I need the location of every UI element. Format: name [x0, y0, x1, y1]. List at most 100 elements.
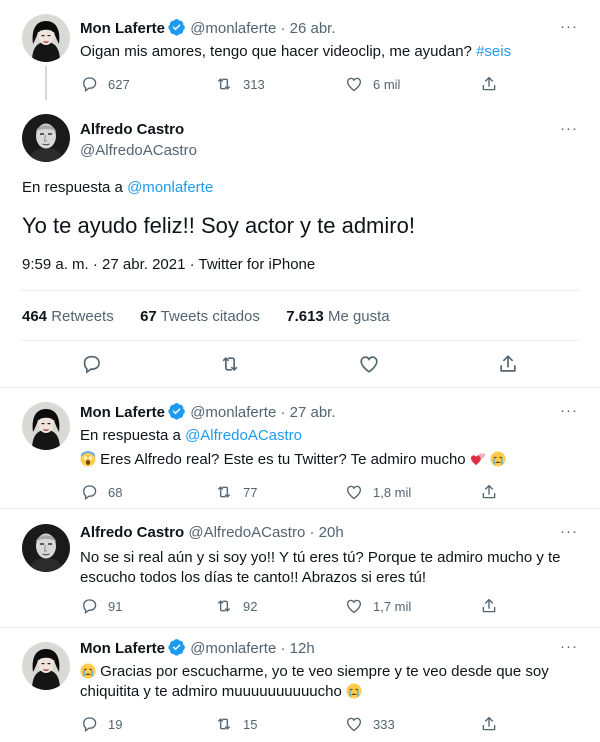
reply-icon — [80, 75, 98, 93]
more-options-icon[interactable]: ··· — [560, 402, 578, 419]
tweet-text: Yo te ayudo feliz!! Soy actor y te admir… — [22, 213, 415, 238]
verified-badge-icon — [168, 638, 186, 656]
share-button[interactable] — [497, 354, 529, 374]
avatar[interactable] — [22, 402, 70, 450]
retweet-button[interactable]: 92 — [215, 596, 257, 616]
reply-icon — [80, 597, 98, 615]
retweet-icon — [219, 353, 241, 375]
tweet-text: No se si real aún y si soy yo!! Y tú ere… — [80, 549, 561, 586]
tweet-time[interactable]: 20h — [319, 524, 344, 541]
thread-line — [45, 66, 47, 100]
share-button[interactable] — [480, 74, 508, 94]
like-icon — [345, 75, 363, 93]
author-handle[interactable]: @monlaferte — [190, 404, 276, 421]
author-handle[interactable]: @monlaferte — [190, 640, 276, 657]
like-button[interactable]: 1,7 mil — [345, 596, 411, 616]
reply-to-link[interactable]: @monlaferte — [127, 179, 213, 196]
tweet-actions: 68 77 1,8 mil — [80, 482, 520, 502]
reply-icon — [80, 353, 102, 375]
tweet-time[interactable]: 27 abr. — [290, 404, 336, 421]
tweet-card[interactable]: Alfredo Castro @AlfredoACastro · 20h ···… — [0, 510, 600, 628]
retweet-count: 15 — [243, 716, 258, 732]
author-name[interactable]: Mon Laferte — [80, 640, 165, 657]
reply-button[interactable] — [80, 354, 112, 374]
retweet-button[interactable]: 313 — [215, 74, 265, 94]
avatar[interactable] — [22, 642, 70, 690]
quotes-stat[interactable]: 67 Tweets citados — [140, 308, 260, 325]
tweet-timestamp[interactable]: 9:59 a. m. · 27 abr. 2021 · Twitter for … — [22, 255, 582, 275]
tweet-actions: 19 15 333 — [80, 714, 520, 734]
tweet-time[interactable]: 12h — [290, 640, 315, 657]
more-options-icon[interactable]: ··· — [560, 18, 578, 35]
like-count: 333 — [373, 716, 395, 732]
author-name[interactable]: Mon Laferte — [80, 20, 165, 37]
verified-badge-icon — [168, 18, 186, 36]
like-count: 6 mil — [373, 76, 401, 92]
crying-emoji-icon — [346, 683, 362, 699]
author-name[interactable]: Alfredo Castro — [80, 120, 184, 140]
share-icon — [480, 75, 498, 93]
share-button[interactable] — [480, 596, 508, 616]
divider — [20, 290, 580, 291]
tweet-time[interactable]: 26 abr. — [290, 20, 336, 37]
retweet-button[interactable]: 77 — [215, 482, 257, 502]
tweet-text: Oigan mis amores, tengo que hacer videoc… — [80, 43, 512, 60]
more-options-icon[interactable]: ··· — [560, 120, 578, 137]
tweet-text: Eres Alfredo real? Este es tu Twitter? T… — [80, 450, 570, 470]
avatar[interactable] — [22, 524, 70, 572]
tweet-card[interactable]: Mon Laferte @monlaferte · 26 abr. ··· Oi… — [0, 0, 600, 100]
author-name[interactable]: Alfredo Castro — [80, 524, 184, 541]
divider — [0, 387, 600, 388]
author-name[interactable]: Mon Laferte — [80, 404, 165, 421]
more-options-icon[interactable]: ··· — [560, 638, 578, 655]
like-icon — [345, 597, 363, 615]
divider — [0, 508, 600, 509]
share-icon — [480, 715, 498, 733]
tweet-card[interactable]: Mon Laferte @monlaferte · 27 abr. ··· En… — [0, 390, 600, 510]
reply-context: En respuesta a @monlaferte — [22, 179, 214, 196]
hashtag-link[interactable]: #seis — [476, 43, 511, 60]
share-icon — [480, 483, 498, 501]
like-button[interactable] — [358, 354, 390, 374]
reply-button[interactable]: 68 — [80, 482, 122, 502]
reply-to-link[interactable]: @AlfredoACastro — [185, 427, 302, 444]
like-button[interactable]: 6 mil — [345, 74, 400, 94]
reply-button[interactable]: 91 — [80, 596, 122, 616]
author-handle[interactable]: @monlaferte — [190, 20, 276, 37]
like-count: 1,7 mil — [373, 598, 412, 614]
share-button[interactable] — [480, 714, 508, 734]
tweet-actions — [0, 354, 600, 378]
reply-icon — [80, 483, 98, 501]
like-button[interactable]: 333 — [345, 714, 395, 734]
avatar[interactable] — [22, 114, 70, 162]
tweet-card[interactable]: Mon Laferte @monlaferte · 12h ··· Gracia… — [0, 628, 600, 742]
like-count: 1,8 mil — [373, 484, 412, 500]
retweet-count: 92 — [243, 598, 258, 614]
verified-badge-icon — [168, 402, 186, 420]
avatar[interactable] — [22, 14, 70, 62]
tweet-actions: 91 92 1,7 mil — [80, 596, 520, 616]
like-icon — [345, 715, 363, 733]
retweets-stat[interactable]: 464 Retweets — [22, 308, 114, 325]
retweet-icon — [215, 715, 233, 733]
divider — [20, 340, 580, 341]
author-handle[interactable]: @AlfredoACastro — [80, 141, 197, 161]
reply-button[interactable]: 19 — [80, 714, 122, 734]
two-hearts-emoji-icon — [470, 453, 485, 465]
retweet-count: 77 — [243, 484, 258, 500]
retweet-button[interactable]: 15 — [215, 714, 257, 734]
likes-stat[interactable]: 7.613 Me gusta — [286, 308, 389, 325]
reply-context: En respuesta a @AlfredoACastro — [80, 427, 303, 444]
crying-emoji-icon — [490, 451, 506, 467]
share-button[interactable] — [480, 482, 508, 502]
like-button[interactable]: 1,8 mil — [345, 482, 411, 502]
reply-button[interactable]: 627 — [80, 74, 130, 94]
retweet-icon — [215, 75, 233, 93]
scream-emoji-icon — [80, 451, 96, 467]
reply-count: 627 — [108, 76, 130, 92]
author-handle[interactable]: @AlfredoACastro — [188, 524, 305, 541]
more-options-icon[interactable]: ··· — [560, 523, 578, 540]
reply-count: 68 — [108, 484, 123, 500]
retweet-button[interactable] — [219, 354, 251, 374]
like-icon — [358, 353, 380, 375]
